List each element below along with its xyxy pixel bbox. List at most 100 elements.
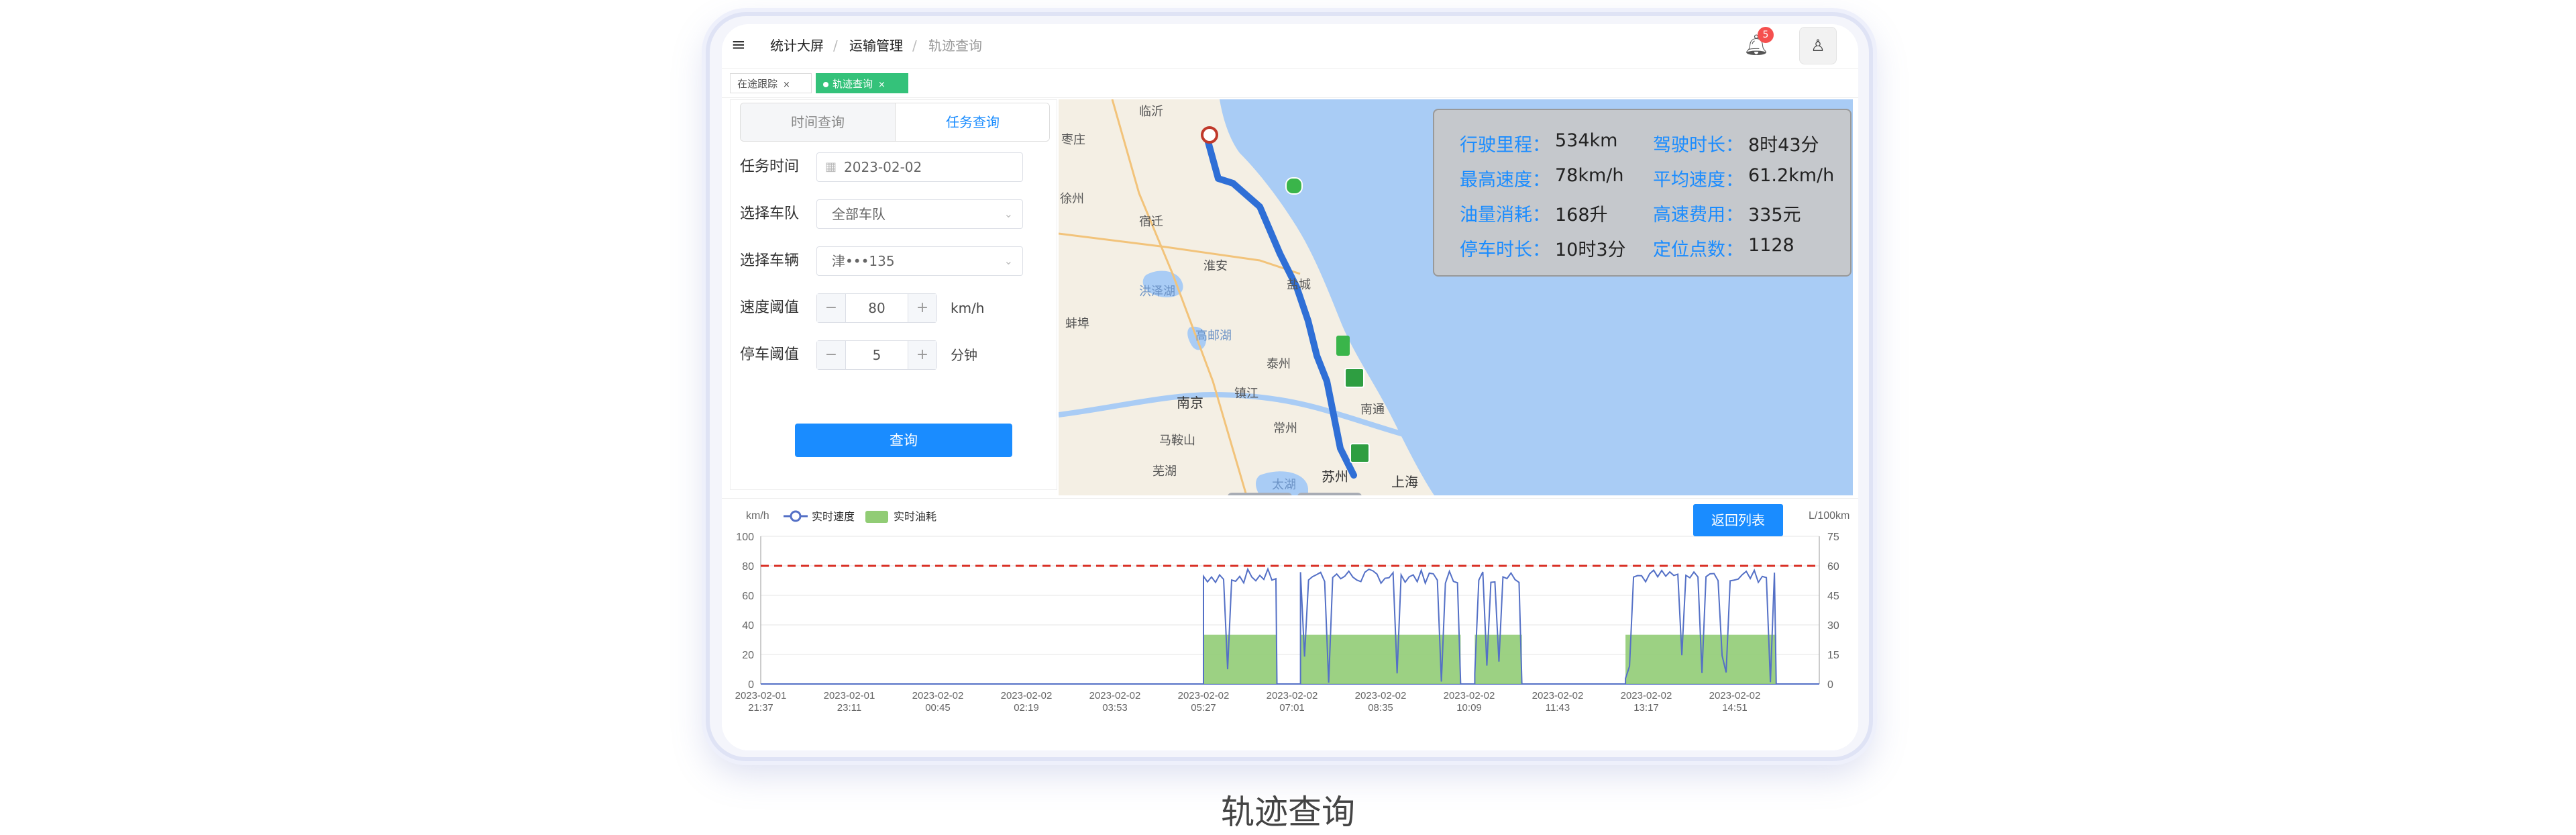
map-label: 常州 (1273, 422, 1297, 436)
calendar-icon: ▦ (825, 160, 837, 174)
y-tick-label-right: 15 (1827, 650, 1839, 661)
speed-threshold-value[interactable]: 80 (845, 294, 908, 322)
fleet-label: 选择车队 (740, 205, 800, 222)
parking-marker-icon[interactable] (1350, 443, 1370, 463)
stat-value: 78km/h (1555, 165, 1624, 186)
map-collapse-handle[interactable] (1297, 493, 1362, 495)
stat-label: 油量消耗： (1460, 205, 1550, 226)
legend-label: 实时速度 (812, 511, 855, 523)
x-tick-label: 2023-02-01 (735, 690, 787, 701)
avatar[interactable]: ♙ (1799, 27, 1837, 64)
x-tick-label: 14:51 (1722, 702, 1748, 714)
map-label: 盐城 (1287, 278, 1311, 292)
map-label: 洪泽湖 (1139, 285, 1175, 299)
map-collapse-handle[interactable] (1228, 493, 1292, 495)
back-to-list-button[interactable]: 返回列表 (1693, 504, 1783, 536)
x-tick-label: 02:19 (1014, 702, 1039, 714)
tag-label: 在途跟踪 (737, 78, 778, 90)
y-tick-label-left: 0 (748, 679, 754, 691)
stat-value: 1128 (1748, 235, 1794, 256)
tag-in-transit[interactable]: 在途跟踪 × (730, 73, 812, 93)
map-label: 临沂 (1139, 105, 1163, 119)
y-tick-label-right: 45 (1827, 591, 1839, 602)
map-label: 镇江 (1234, 387, 1258, 401)
map-label: 南京 (1177, 395, 1203, 411)
speed-unit: km/h (951, 300, 985, 316)
x-tick-label: 2023-02-02 (1532, 690, 1584, 701)
tab-task-query[interactable]: 任务查询 (895, 103, 1049, 141)
map-label: 宿迁 (1139, 215, 1163, 229)
x-tick-label: 2023-02-02 (1709, 690, 1761, 701)
stat-value: 8时43分 (1748, 135, 1819, 156)
page-caption: 轨迹查询 (1221, 793, 1355, 832)
x-tick-label: 2023-02-02 (1355, 690, 1407, 701)
vehicle-label: 选择车辆 (740, 252, 800, 269)
map-label: 马鞍山 (1159, 434, 1195, 448)
tag-track-query[interactable]: 轨迹查询 × (816, 73, 908, 93)
menu-toggle-icon[interactable]: ≡ (731, 36, 749, 54)
highway (1059, 232, 1301, 275)
plus-icon[interactable]: + (908, 294, 936, 322)
breadcrumb-item[interactable]: 统计大屏 (770, 36, 824, 55)
y-tick-label-right: 60 (1827, 561, 1839, 573)
map-label: 枣庄 (1061, 133, 1085, 147)
x-tick-label: 07:01 (1279, 702, 1305, 714)
speed-fuel-chart: 返回列表 100 80 60 40 20 0 75 60 45 30 15 0 km/h L/100km 2… (722, 498, 1858, 750)
task-time-label: 任务时间 (740, 158, 800, 175)
vehicle-select[interactable]: 津•••135 ⌄ (816, 246, 1023, 276)
query-mode-tabs: 时间查询 任务查询 (740, 103, 1050, 142)
start-marker-icon[interactable] (1201, 126, 1218, 144)
legend-marker-icon (790, 510, 802, 522)
app-screen: ≡ 统计大屏 / 运输管理 / 轨迹查询 🔔︎ 5 ♙ 在途跟踪 × 轨迹查询 × … (722, 24, 1858, 750)
legend-swatch-icon (865, 511, 888, 523)
map-label: 南通 (1360, 403, 1385, 417)
stat-value: 534km (1555, 130, 1618, 151)
notification-badge: 5 (1758, 27, 1774, 43)
map-label: 太湖 (1272, 478, 1296, 492)
close-icon[interactable]: × (783, 80, 790, 90)
chevron-down-icon: ⌄ (1004, 207, 1013, 220)
minus-icon[interactable]: − (817, 341, 846, 369)
map-label: 芜湖 (1152, 464, 1177, 479)
speed-threshold-stepper: − 80 + (816, 293, 937, 323)
parking-marker-icon[interactable] (1344, 368, 1364, 388)
x-tick-label: 00:45 (925, 702, 951, 714)
breadcrumb-item[interactable]: 运输管理 (849, 36, 903, 55)
x-tick-label: 03:53 (1102, 702, 1128, 714)
fleet-select[interactable]: 全部车队 ⌄ (816, 199, 1023, 229)
breadcrumb-separator: / (833, 38, 838, 54)
stop-threshold-label: 停车阈值 (740, 346, 800, 363)
breadcrumb-current: 轨迹查询 (928, 38, 982, 54)
stat-label: 最高速度： (1460, 170, 1550, 191)
route-map[interactable]: 临沂 枣庄 徐州 宿迁 淮安 盐城 洪泽湖 蚌埠 高邮湖 泰州 南京 镇江 常州… (1059, 99, 1853, 495)
speed-threshold-label: 速度阈值 (740, 299, 800, 316)
y-tick-label-left: 60 (742, 591, 754, 602)
map-label: 上海 (1391, 474, 1418, 490)
x-tick-label: 2023-02-02 (1267, 690, 1318, 701)
x-tick-label: 2023-02-02 (1621, 690, 1672, 701)
x-tick-label: 2023-02-02 (1089, 690, 1141, 701)
plus-icon[interactable]: + (908, 341, 936, 369)
stop-threshold-value[interactable]: 5 (845, 341, 908, 369)
tab-time-query[interactable]: 时间查询 (741, 103, 895, 141)
stat-value: 168升 (1555, 205, 1608, 226)
close-icon[interactable]: × (878, 80, 885, 90)
minus-icon[interactable]: − (817, 294, 846, 322)
x-tick-label: 2023-02-02 (1001, 690, 1053, 701)
task-date-input[interactable]: ▦ 2023-02-02 (816, 152, 1023, 182)
waypoint-marker-icon[interactable] (1285, 177, 1303, 195)
x-tick-label: 11:43 (1546, 702, 1570, 714)
vehicle-marker-icon[interactable] (1336, 336, 1350, 356)
stop-threshold-stepper: − 5 + (816, 340, 937, 370)
vehicle-value: 津•••135 (832, 253, 895, 269)
x-tick-label: 2023-02-01 (824, 690, 875, 701)
map-label: 高邮湖 (1195, 329, 1232, 343)
stat-label: 驾驶时长： (1653, 135, 1743, 156)
tag-bar: 在途跟踪 × 轨迹查询 × (722, 68, 1858, 98)
fuel-area-segment (1300, 634, 1461, 684)
x-tick-label: 10:09 (1456, 702, 1482, 714)
x-tick-label: 13:17 (1633, 702, 1659, 714)
trip-stats-panel: 行驶里程： 534km 驾驶时长： 8时43分 最高速度： 78km/h 平均速… (1433, 109, 1851, 277)
task-date-value: 2023-02-02 (844, 159, 922, 175)
query-button[interactable]: 查询 (795, 424, 1012, 457)
